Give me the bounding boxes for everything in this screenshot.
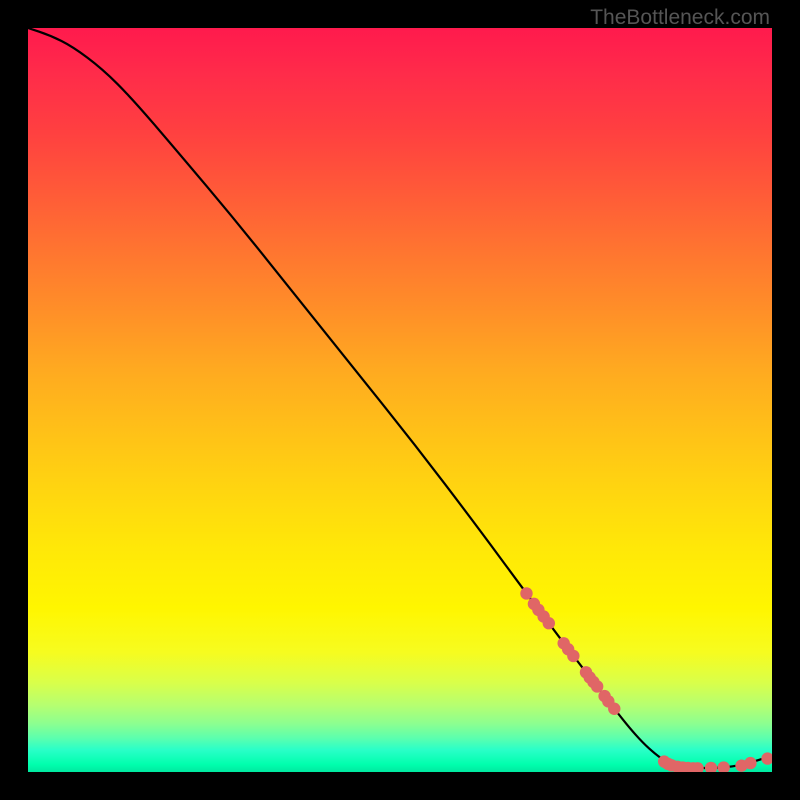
scatter-dot: [717, 761, 729, 772]
scatter-dot: [744, 757, 756, 769]
plot-area: [28, 28, 772, 772]
bottleneck-curve: [28, 28, 772, 768]
scatter-dot: [761, 752, 772, 764]
scatter-dot: [543, 617, 555, 629]
scatter-dot: [567, 650, 579, 662]
chart-frame: TheBottleneck.com: [0, 0, 800, 800]
scatter-dot: [705, 762, 717, 772]
watermark-text: TheBottleneck.com: [590, 6, 770, 30]
chart-overlay: [28, 28, 772, 772]
scatter-dot: [608, 703, 620, 715]
scatter-dot: [520, 587, 532, 599]
